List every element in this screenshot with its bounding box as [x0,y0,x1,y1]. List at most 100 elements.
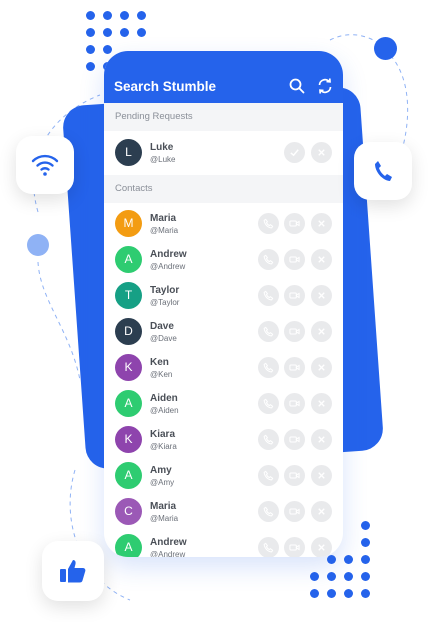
decorative-dot [361,589,370,598]
list-item[interactable]: C Maria @Maria [104,494,343,530]
check-icon [290,149,299,157]
phone-icon [263,434,274,445]
phone-icon [263,218,274,229]
contact-handle: @Maria [150,514,179,523]
contact-handle: @Luke [150,155,176,164]
video-call-button[interactable] [284,285,305,306]
close-icon [318,544,325,551]
video-call-button[interactable] [284,249,305,270]
thumbs-up-icon [60,560,86,583]
avatar: K [115,354,142,381]
remove-button[interactable] [311,393,332,414]
call-button[interactable] [258,465,279,486]
close-icon [318,149,325,156]
contact-name: Kiara [150,429,176,440]
remove-button[interactable] [311,249,332,270]
phone-icon [263,542,274,553]
video-icon [289,328,300,335]
call-button[interactable] [258,537,279,557]
avatar: K [115,426,142,453]
list-item[interactable]: A Andrew @Andrew [104,242,343,278]
decorative-dot [137,11,146,20]
contact-handle: @Taylor [150,298,180,307]
like-bubble [42,541,104,601]
call-button[interactable] [258,357,279,378]
remove-button[interactable] [311,213,332,234]
video-call-button[interactable] [284,393,305,414]
avatar: A [115,534,142,557]
decorative-dot [310,572,319,581]
accept-button[interactable] [284,142,305,163]
call-button[interactable] [258,501,279,522]
call-button[interactable] [258,285,279,306]
decorative-dot [361,538,370,547]
video-call-button[interactable] [284,213,305,234]
list-item[interactable]: D Dave @Dave [104,314,343,350]
phone-icon [263,254,274,265]
video-icon [289,472,300,479]
avatar: A [115,246,142,273]
avatar: M [115,210,142,237]
call-button[interactable] [258,429,279,450]
video-icon [289,544,300,551]
video-call-button[interactable] [284,465,305,486]
list-item[interactable]: A Andrew @Andrew [104,530,343,557]
avatar: A [115,462,142,489]
phone-bubble [354,142,412,200]
call-button[interactable] [258,393,279,414]
decorative-dot [344,572,353,581]
decorative-dot [86,28,95,37]
close-icon [318,364,325,371]
call-button[interactable] [258,249,279,270]
contact-name: Andrew [150,249,187,260]
remove-button[interactable] [311,285,332,306]
remove-button[interactable] [311,501,332,522]
remove-button[interactable] [311,321,332,342]
list-item[interactable]: L Luke @Luke [104,131,343,175]
decorative-dot [344,589,353,598]
contact-name: Amy [150,465,172,476]
video-call-button[interactable] [284,537,305,557]
contact-name: Dave [150,321,174,332]
orb-top-right [374,37,397,60]
search-icon[interactable] [288,77,306,95]
avatar: A [115,390,142,417]
decorative-dot [361,555,370,564]
decorative-dot [327,572,336,581]
contact-handle: @Aiden [150,406,179,415]
phone-icon [375,161,392,181]
remove-button[interactable] [311,465,332,486]
app-title: Search Stumble [114,79,217,94]
video-call-button[interactable] [284,321,305,342]
contact-handle: @Kiara [150,442,177,451]
call-button[interactable] [258,213,279,234]
contacts-list: M Maria @Maria A Andrew @Andrew T Taylor @Taylor… [104,203,343,557]
decorative-dot [86,45,95,54]
list-item[interactable]: K Ken @Ken [104,350,343,386]
decline-button[interactable] [311,142,332,163]
contact-name: Maria [150,213,177,224]
close-icon [318,508,325,515]
decorative-dot [103,11,112,20]
close-icon [318,436,325,443]
phone-screen: Search Stumble Pending Requests L Luke @… [104,51,343,557]
remove-button[interactable] [311,537,332,557]
contact-handle: @Andrew [150,550,186,557]
contact-handle: @Amy [150,478,175,487]
video-icon [289,292,300,299]
refresh-icon[interactable] [316,77,334,95]
list-item[interactable]: M Maria @Maria [104,206,343,242]
video-call-button[interactable] [284,429,305,450]
list-item[interactable]: A Aiden @Aiden [104,386,343,422]
phone-icon [263,362,274,373]
list-item[interactable]: T Taylor @Taylor [104,278,343,314]
video-call-button[interactable] [284,357,305,378]
video-icon [289,400,300,407]
call-button[interactable] [258,321,279,342]
remove-button[interactable] [311,357,332,378]
list-item[interactable]: K Kiara @Kiara [104,422,343,458]
remove-button[interactable] [311,429,332,450]
wifi-bubble [16,136,74,194]
video-call-button[interactable] [284,501,305,522]
list-item[interactable]: A Amy @Amy [104,458,343,494]
